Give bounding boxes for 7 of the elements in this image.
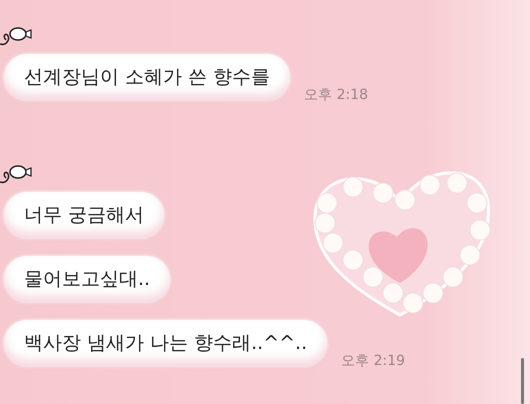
message-time: 오후 2:19: [341, 352, 406, 370]
message-bubble: 선계장님이 소혜가 쓴 향수를: [4, 54, 290, 100]
message-bubble: 백사장 냄새가 나는 향수래..^^..: [4, 320, 328, 366]
message-bubble: 물어보고싶대..: [4, 256, 170, 302]
message-time: 오후 2:18: [304, 86, 368, 104]
scrollbar: [521, 358, 524, 404]
message-bubble: 너무 궁금해서: [4, 192, 164, 238]
